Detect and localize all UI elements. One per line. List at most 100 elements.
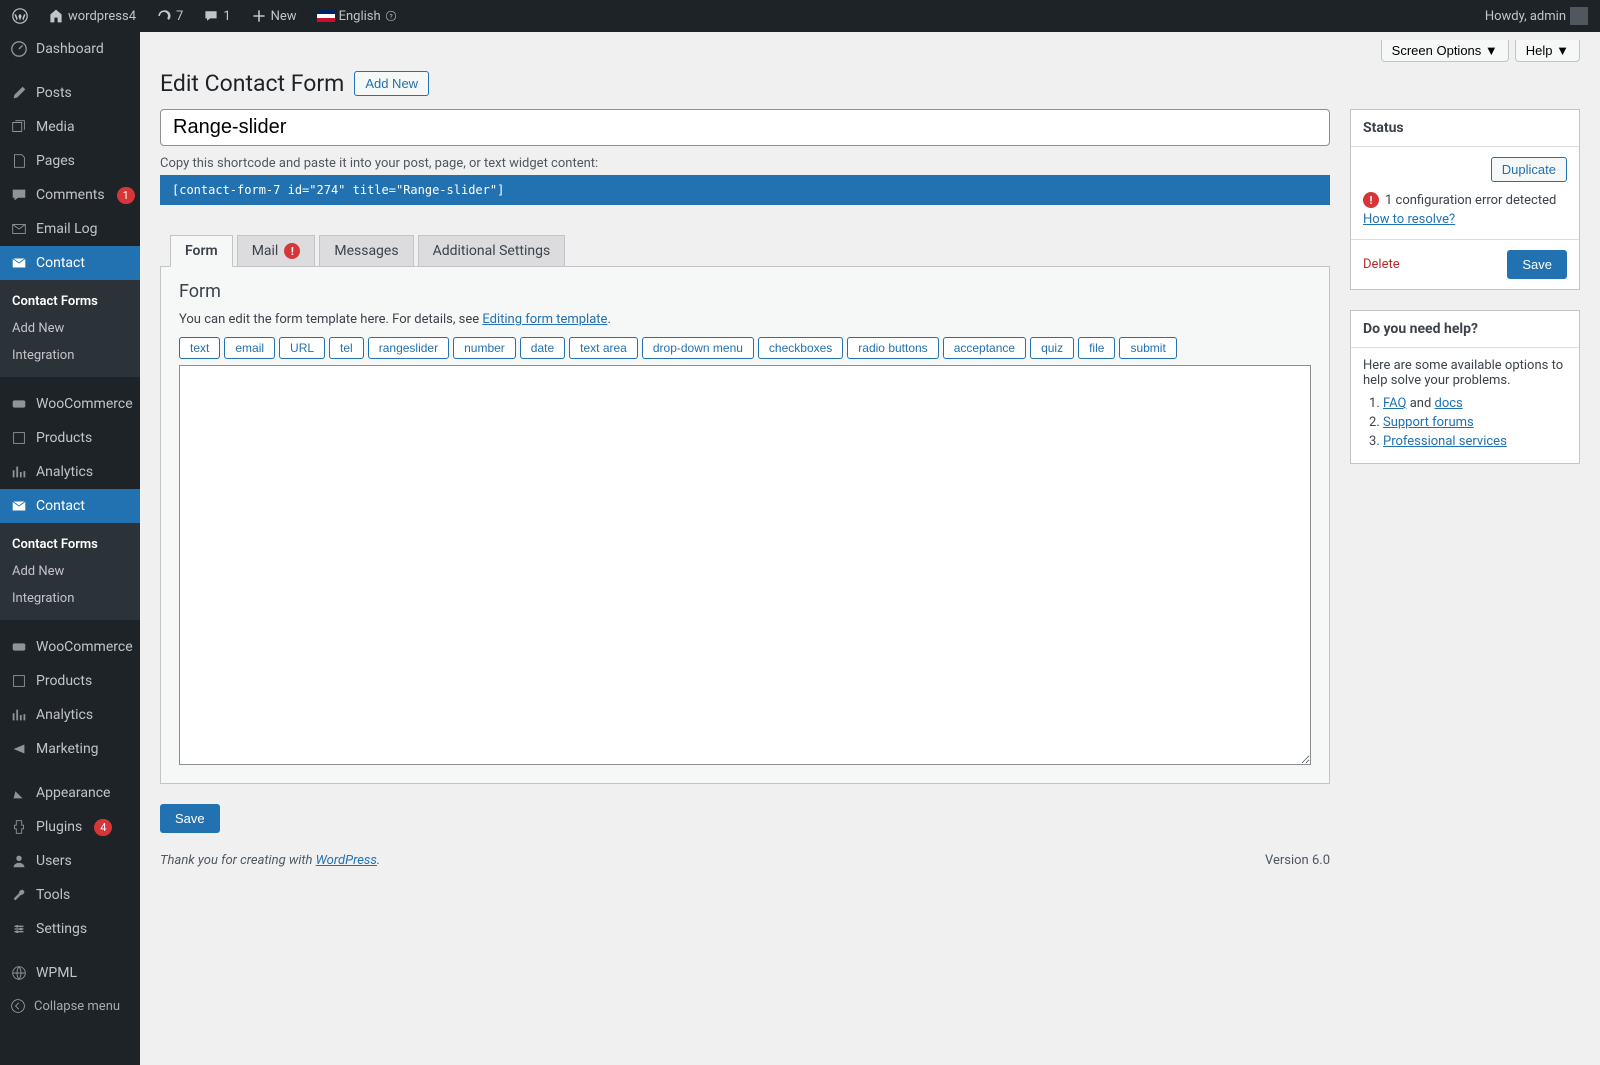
- editing-form-template-link[interactable]: Editing form template: [482, 312, 607, 327]
- admin-bar: wordpress4 7 1 New English? Howdy, admin: [0, 0, 1600, 32]
- comments-count[interactable]: 1: [199, 8, 234, 24]
- error-icon: !: [1363, 192, 1379, 208]
- woo-icon: [10, 638, 28, 656]
- menu-users[interactable]: Users: [0, 844, 140, 878]
- footer-version: Version 6.0: [1265, 853, 1330, 868]
- admin-sidebar: Dashboard Posts Media Pages Comments1 Em…: [0, 32, 140, 1065]
- tag-generator-row: text email URL tel rangeslider number da…: [179, 337, 1311, 359]
- tag-dropdown[interactable]: drop-down menu: [642, 337, 754, 359]
- screen-options-button[interactable]: Screen Options ▼: [1381, 40, 1509, 62]
- menu-appearance[interactable]: Appearance: [0, 776, 140, 810]
- tag-tel[interactable]: tel: [329, 337, 364, 359]
- menu-contact-2[interactable]: Contact: [0, 489, 140, 523]
- email-icon: [10, 220, 28, 238]
- tag-checkboxes[interactable]: checkboxes: [758, 337, 843, 359]
- analytics-icon: [10, 706, 28, 724]
- wordpress-link[interactable]: WordPress: [316, 853, 377, 868]
- tag-email[interactable]: email: [224, 337, 275, 359]
- menu-tools[interactable]: Tools: [0, 878, 140, 912]
- menu-posts[interactable]: Posts: [0, 76, 140, 110]
- form-template-textarea[interactable]: [179, 365, 1311, 765]
- dashboard-icon: [10, 40, 28, 58]
- menu-pages[interactable]: Pages: [0, 144, 140, 178]
- marketing-icon: [10, 740, 28, 758]
- tag-date[interactable]: date: [520, 337, 565, 359]
- new-content[interactable]: New: [247, 8, 301, 24]
- submenu-contact-forms-2[interactable]: Contact Forms: [0, 531, 140, 558]
- menu-comments[interactable]: Comments1: [0, 178, 140, 212]
- tag-radio[interactable]: radio buttons: [847, 337, 938, 359]
- tab-messages[interactable]: Messages: [319, 235, 413, 267]
- tab-additional-settings[interactable]: Additional Settings: [418, 235, 566, 267]
- docs-link[interactable]: docs: [1435, 396, 1463, 411]
- status-box: Status Duplicate !1 configuration error …: [1350, 109, 1580, 290]
- menu-marketing[interactable]: Marketing: [0, 732, 140, 766]
- help-box: Do you need help? Here are some availabl…: [1350, 310, 1580, 464]
- shortcode-box[interactable]: [contact-form-7 id="274" title="Range-sl…: [160, 175, 1330, 205]
- tag-number[interactable]: number: [453, 337, 516, 359]
- wp-logo[interactable]: [8, 8, 32, 24]
- menu-contact[interactable]: Contact: [0, 246, 140, 280]
- tag-file[interactable]: file: [1078, 337, 1115, 359]
- form-title-input[interactable]: [160, 109, 1330, 146]
- svg-text:?: ?: [389, 12, 392, 20]
- save-button-side[interactable]: Save: [1507, 250, 1567, 279]
- submenu-contact-2: Contact Forms Add New Integration: [0, 523, 140, 620]
- resolve-link[interactable]: How to resolve?: [1351, 212, 1579, 239]
- add-new-button[interactable]: Add New: [354, 71, 429, 96]
- updates[interactable]: 7: [152, 8, 187, 24]
- tab-mail[interactable]: Mail!: [237, 235, 316, 267]
- site-name[interactable]: wordpress4: [44, 8, 140, 24]
- submenu-integration-2[interactable]: Integration: [0, 585, 140, 612]
- language-switcher[interactable]: English?: [313, 8, 401, 24]
- tag-text[interactable]: text: [179, 337, 220, 359]
- posts-icon: [10, 84, 28, 102]
- forums-link[interactable]: Support forums: [1383, 415, 1474, 430]
- submenu-add-new-2[interactable]: Add New: [0, 558, 140, 585]
- page-title: Edit Contact Form: [160, 70, 344, 97]
- submenu-integration[interactable]: Integration: [0, 342, 140, 369]
- menu-email-log[interactable]: Email Log: [0, 212, 140, 246]
- menu-media[interactable]: Media: [0, 110, 140, 144]
- main-content: Screen Options ▼ Help ▼ Edit Contact For…: [140, 32, 1600, 1065]
- menu-analytics-2[interactable]: Analytics: [0, 698, 140, 732]
- media-icon: [10, 118, 28, 136]
- menu-plugins[interactable]: Plugins4: [0, 810, 140, 844]
- tag-submit[interactable]: submit: [1119, 337, 1176, 359]
- menu-wpml[interactable]: WPML: [0, 956, 140, 990]
- submenu-contact: Contact Forms Add New Integration: [0, 280, 140, 377]
- collapse-menu[interactable]: Collapse menu: [0, 990, 140, 1022]
- menu-products-2[interactable]: Products: [0, 664, 140, 698]
- contact-icon: [10, 254, 28, 272]
- submenu-add-new[interactable]: Add New: [0, 315, 140, 342]
- delete-link[interactable]: Delete: [1363, 257, 1400, 272]
- duplicate-button[interactable]: Duplicate: [1491, 157, 1567, 182]
- form-panel-desc: You can edit the form template here. For…: [179, 312, 1311, 327]
- menu-analytics[interactable]: Analytics: [0, 455, 140, 489]
- tag-url[interactable]: URL: [279, 337, 325, 359]
- menu-settings[interactable]: Settings: [0, 912, 140, 946]
- tag-rangeslider[interactable]: rangeslider: [368, 337, 449, 359]
- avatar-icon: [1570, 7, 1588, 25]
- pro-services-link[interactable]: Professional services: [1383, 434, 1507, 449]
- faq-link[interactable]: FAQ: [1383, 396, 1406, 411]
- menu-dashboard[interactable]: Dashboard: [0, 32, 140, 66]
- submenu-contact-forms[interactable]: Contact Forms: [0, 288, 140, 315]
- products-icon: [10, 672, 28, 690]
- help-faq-item: FAQ and docs: [1383, 396, 1567, 411]
- tools-icon: [10, 886, 28, 904]
- menu-products[interactable]: Products: [0, 421, 140, 455]
- tab-form[interactable]: Form: [170, 235, 233, 267]
- menu-woocommerce[interactable]: WooCommerce: [0, 387, 140, 421]
- plugins-icon: [10, 818, 28, 836]
- howdy-account[interactable]: Howdy, admin: [1481, 7, 1592, 25]
- tag-textarea[interactable]: text area: [569, 337, 638, 359]
- save-button-bottom[interactable]: Save: [160, 804, 220, 833]
- help-box-desc: Here are some available options to help …: [1363, 358, 1567, 388]
- appearance-icon: [10, 784, 28, 802]
- menu-woocommerce-2[interactable]: WooCommerce: [0, 630, 140, 664]
- tag-quiz[interactable]: quiz: [1030, 337, 1074, 359]
- form-panel-heading: Form: [179, 281, 1311, 302]
- tag-acceptance[interactable]: acceptance: [943, 337, 1026, 359]
- help-button[interactable]: Help ▼: [1515, 40, 1580, 62]
